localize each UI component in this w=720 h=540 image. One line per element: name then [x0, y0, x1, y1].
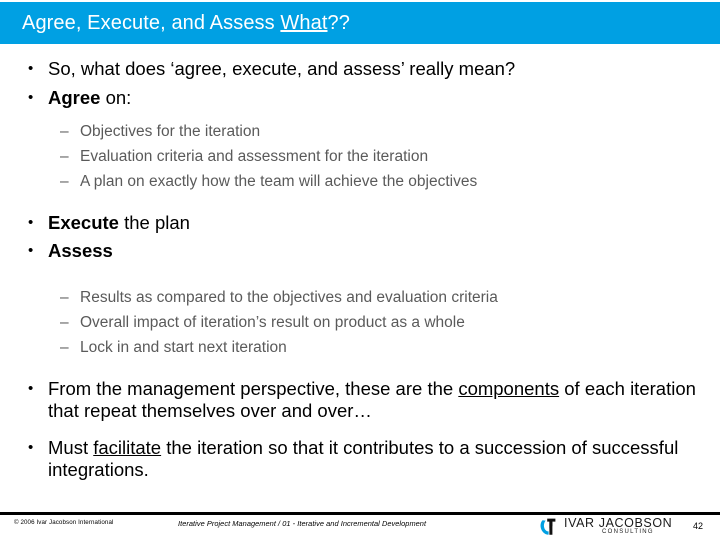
sub-bullet-text: A plan on exactly how the team will achi…	[80, 172, 478, 190]
sub-bullet-item: – Evaluation criteria and assessment for…	[0, 148, 720, 167]
bullet-marker-icon: •	[28, 438, 34, 456]
bullet-underlined-word: facilitate	[93, 436, 162, 458]
slide-body: • So, what does ‘agree, execute, and ass…	[0, 44, 720, 510]
bullet-item: • So, what does ‘agree, execute, and ass…	[0, 58, 720, 81]
bullet-text-part1: Must	[48, 436, 94, 458]
bullet-marker-icon: •	[28, 379, 34, 397]
title-text-before: Agree, Execute, and Assess	[22, 11, 281, 34]
bullet-bold-word: Agree	[48, 86, 101, 108]
bullet-marker-icon: •	[28, 88, 34, 106]
bullet-item: • Must facilitate the iteration so that …	[0, 437, 720, 482]
bullet-item: • Agree on:	[0, 87, 720, 110]
slide: Agree, Execute, and Assess What?? • So, …	[0, 0, 720, 540]
sub-bullet-item: – Results as compared to the objectives …	[0, 289, 720, 308]
bullet-text: Agree on:	[48, 87, 706, 110]
bullet-marker-icon: •	[28, 60, 34, 77]
bullet-item: • Execute the plan	[0, 212, 720, 235]
bullet-rest: on:	[100, 86, 132, 108]
bullet-text-part1: From the management perspective, these a…	[48, 377, 459, 399]
page-title: Agree, Execute, and Assess What??	[0, 12, 350, 35]
page-number: 42	[693, 521, 704, 531]
sub-bullet-marker-icon: –	[60, 288, 69, 306]
sub-bullet-marker-icon: –	[60, 123, 69, 141]
sub-bullet-item: – Objectives for the iteration	[0, 123, 720, 142]
bullet-text: Must facilitate the iteration so that it…	[48, 437, 706, 482]
sub-bullet-text: Evaluation criteria and assessment for t…	[80, 148, 429, 166]
slide-footer: © 2006 Ivar Jacobson International Itera…	[0, 515, 720, 540]
sub-bullet-item: – A plan on exactly how the team will ac…	[0, 173, 720, 192]
bullet-marker-icon: •	[28, 213, 34, 231]
title-underlined-word: What	[280, 11, 328, 34]
sub-bullet-marker-icon: –	[60, 338, 69, 356]
sub-bullet-text: Objectives for the iteration	[80, 123, 261, 141]
bullet-text: Assess	[48, 240, 706, 263]
bullet-text: Execute the plan	[48, 212, 706, 235]
sub-bullet-item: – Overall impact of iteration’s result o…	[0, 314, 720, 333]
title-text-after: ??	[327, 11, 350, 34]
sub-bullet-text: Overall impact of iteration’s result on …	[80, 313, 465, 331]
bullet-item: • Assess	[0, 240, 720, 263]
sub-bullet-marker-icon: –	[60, 313, 69, 331]
slide-title-bar: Agree, Execute, and Assess What??	[0, 2, 720, 44]
bullet-bold-word: Assess	[48, 240, 113, 262]
bullet-item: • From the management perspective, these…	[0, 378, 720, 423]
sub-bullet-text: Results as compared to the objectives an…	[80, 288, 498, 306]
ivar-jacobson-logo: IVAR JACOBSON CONSULTING	[540, 515, 680, 539]
footer-course-title: Iterative Project Management / 01 - Iter…	[178, 519, 427, 528]
bullet-text: From the management perspective, these a…	[48, 378, 706, 423]
sub-bullet-text: Lock in and start next iteration	[80, 338, 287, 356]
footer-copyright: © 2006 Ivar Jacobson International	[14, 519, 114, 526]
sub-bullet-item: – Lock in and start next iteration	[0, 339, 720, 358]
logo-mark-icon	[540, 518, 556, 535]
logo-wordmark: IVAR JACOBSON	[564, 516, 673, 530]
logo-tagline: CONSULTING	[602, 529, 654, 535]
bullet-text: So, what does ‘agree, execute, and asses…	[48, 58, 516, 79]
bullet-rest: the plan	[118, 211, 190, 233]
bullet-underlined-word: components	[458, 377, 560, 399]
sub-bullet-marker-icon: –	[60, 148, 69, 166]
bullet-marker-icon: •	[28, 242, 34, 260]
sub-bullet-marker-icon: –	[60, 172, 69, 190]
bullet-bold-word: Execute	[48, 211, 119, 233]
